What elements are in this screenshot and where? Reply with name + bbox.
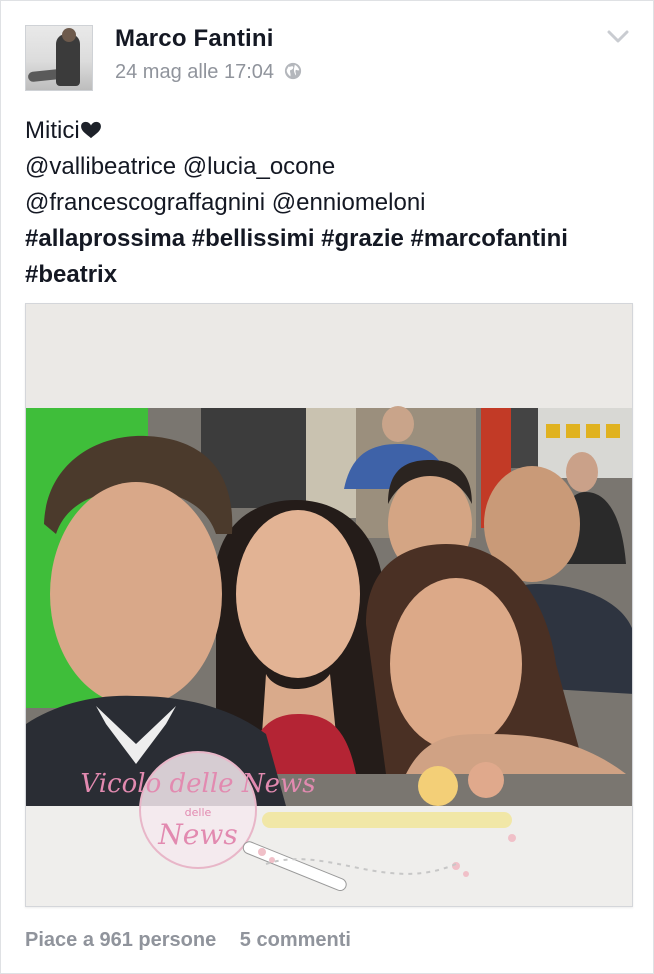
- post-text-mitici: Mitici: [25, 117, 80, 144]
- post-timestamp[interactable]: 24 mag alle 17:04: [115, 61, 274, 83]
- post-message: Mitici @vallibeatrice @lucia_ocone @fran…: [25, 113, 635, 293]
- watermark-vicolo: Vicolo delle News: [80, 769, 315, 799]
- group-selfie-photo: Vicolo delle News delle News: [26, 406, 632, 906]
- likes-count-link[interactable]: Piace a 961 persone: [25, 929, 216, 951]
- post-card: Marco Fantini 24 mag alle 17:04 Mitici @…: [0, 0, 654, 974]
- comments-count-link[interactable]: 5 commenti: [240, 929, 351, 951]
- post-line-1: Mitici: [25, 113, 635, 149]
- globe-icon: [284, 62, 302, 80]
- post-meta: 24 mag alle 17:04: [115, 61, 302, 84]
- chevron-down-icon[interactable]: [607, 29, 629, 45]
- post-photo[interactable]: Vicolo delle News delle News: [25, 303, 633, 907]
- author-name[interactable]: Marco Fantini: [115, 25, 274, 53]
- post-footer: Piace a 961 persone 5 commenti: [25, 929, 351, 959]
- post-hashtags-line[interactable]: #allaprossima #bellissimi #grazie #marco…: [25, 221, 635, 257]
- post-hashtag-beatrix[interactable]: #beatrix: [25, 257, 635, 293]
- post-header: Marco Fantini 24 mag alle 17:04: [25, 23, 633, 93]
- avatar-figure-head: [62, 28, 76, 42]
- heart-icon: [80, 121, 101, 139]
- post-line-3[interactable]: @francescograffagnini @enniomeloni: [25, 185, 635, 221]
- post-line-2[interactable]: @vallibeatrice @lucia_ocone: [25, 149, 635, 185]
- avatar[interactable]: [25, 25, 93, 91]
- svg-text:News: News: [157, 818, 237, 851]
